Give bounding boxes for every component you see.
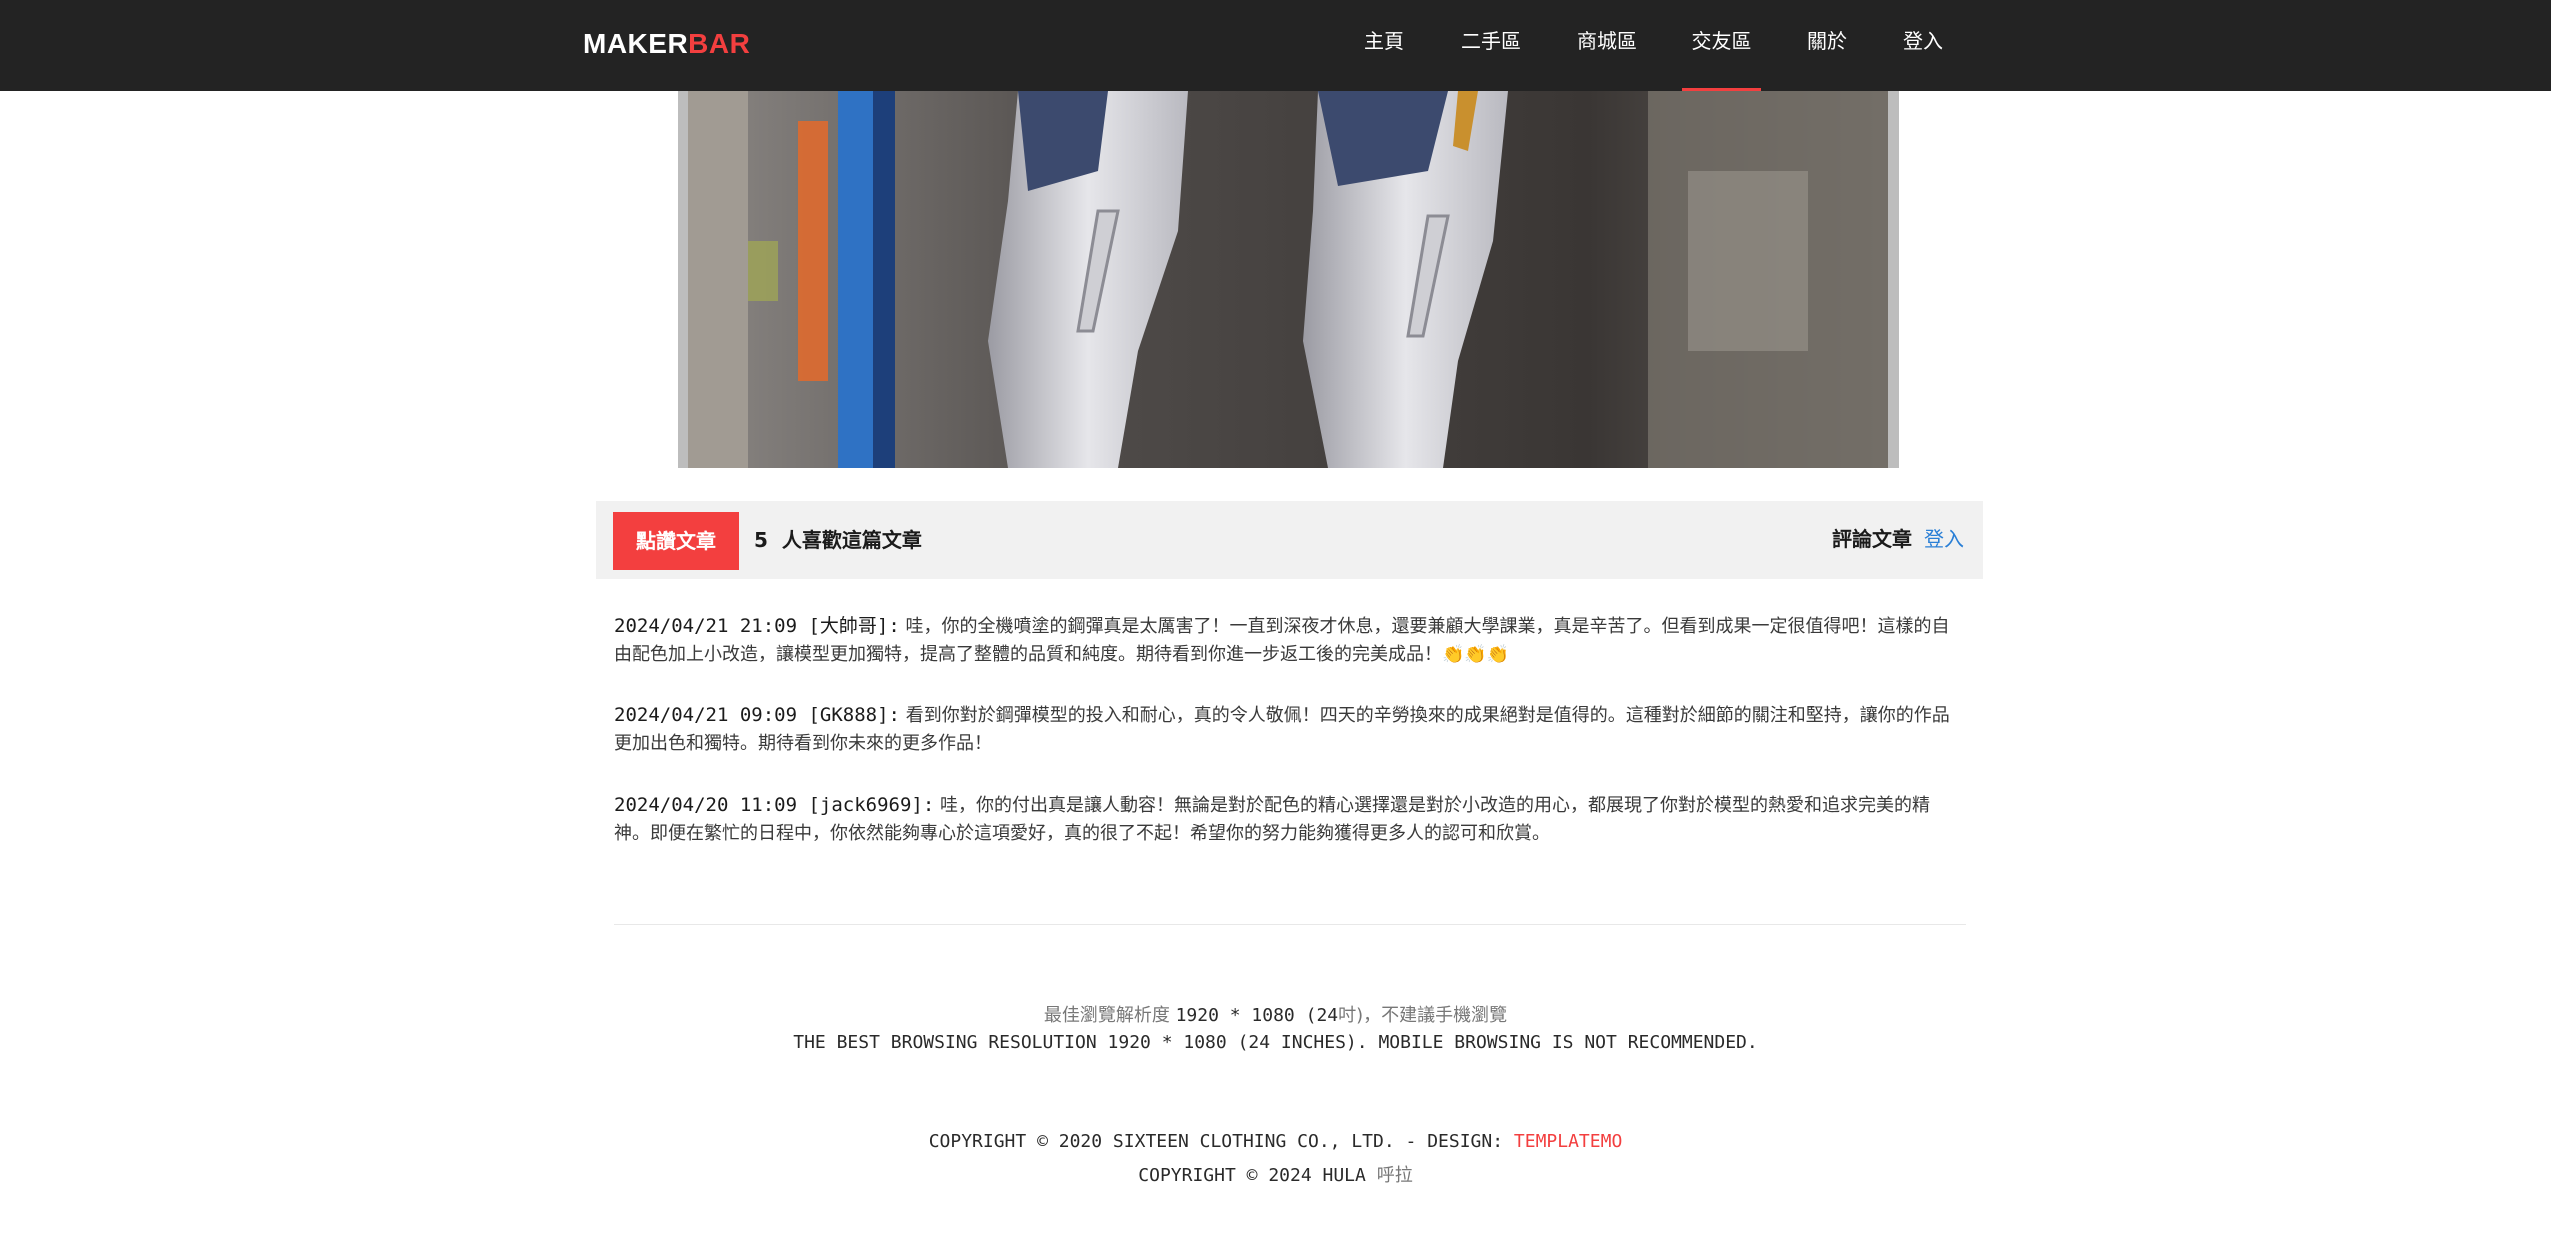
comment-meta: 2024/04/21 09:09 [GK888]:: [614, 704, 900, 726]
nav-secondhand[interactable]: 二手區: [1460, 0, 1522, 91]
like-bar: 點讚文章 5 人喜歡這篇文章 評論文章 登入: [596, 501, 1983, 579]
nav-about[interactable]: 關於: [1807, 0, 1847, 91]
comment-item: 2024/04/20 11:09 [jack6969]: 哇，你的付出真是讓人動…: [614, 791, 1959, 848]
logo-part-bar: BAR: [688, 28, 751, 59]
like-count-text: 5 人喜歡這篇文章: [754, 501, 922, 579]
comment-meta: 2024/04/20 11:09 [jack6969]:: [614, 794, 935, 816]
footer-copyright-2-text: COPYRIGHT © 2024 HULA: [1138, 1165, 1366, 1186]
comment-meta: 2024/04/21 21:09 [大帥哥]:: [614, 615, 900, 637]
templatemo-link[interactable]: TEMPLATEMO: [1514, 1131, 1622, 1152]
logo-part-maker: MAKER: [583, 28, 689, 59]
comment-article-label: 評論文章: [1832, 527, 1912, 551]
hero-image: [688, 91, 1888, 468]
like-count: 5: [754, 528, 768, 552]
nav-login[interactable]: 登入: [1903, 0, 1943, 91]
footer-res-zh-prefix: 最佳瀏覽解析度: [1043, 1005, 1170, 1026]
login-to-comment-link[interactable]: 登入: [1924, 501, 1964, 579]
footer-copyright-2-suffix: 呼拉: [1376, 1165, 1413, 1186]
nav-home[interactable]: 主頁: [1364, 0, 1404, 91]
footer-copyright-2: COPYRIGHT © 2024 HULA 呼拉: [0, 1161, 2551, 1187]
footer-resolution-en: THE BEST BROWSING RESOLUTION 1920 * 1080…: [793, 1032, 1758, 1053]
hero-image-frame: [678, 91, 1899, 468]
like-article-button[interactable]: 點讚文章: [613, 512, 739, 570]
nav-social-active[interactable]: 交友區: [1682, 0, 1761, 91]
site-logo[interactable]: MAKERBAR: [583, 0, 750, 91]
footer-copyright-1: COPYRIGHT © 2020 SIXTEEN CLOTHING CO., L…: [0, 1131, 2551, 1152]
comment-item: 2024/04/21 21:09 [大帥哥]: 哇，你的全機噴塗的鋼彈真是太厲害…: [614, 612, 1959, 669]
footer-res-zh-value: 1920 * 1080 (24: [1175, 1005, 1339, 1026]
nav-shop[interactable]: 商城區: [1576, 0, 1638, 91]
comment-item: 2024/04/21 09:09 [GK888]: 看到你對於鋼彈模型的投入和耐…: [614, 701, 1959, 758]
footer-resolution-zh: 最佳瀏覽解析度 1920 * 1080 (24吋)，不建議手機瀏覽: [0, 1001, 2551, 1027]
like-count-suffix: 人喜歡這篇文章: [781, 528, 922, 552]
footer-res-zh-suffix: 吋)，不建議手機瀏覽: [1338, 1005, 1508, 1026]
content-divider: [614, 924, 1966, 925]
footer-copyright-1-text: COPYRIGHT © 2020 SIXTEEN CLOTHING CO., L…: [928, 1131, 1504, 1152]
top-navbar: MAKERBAR 主頁 二手區 商城區 交友區 關於 登入: [0, 0, 2551, 91]
